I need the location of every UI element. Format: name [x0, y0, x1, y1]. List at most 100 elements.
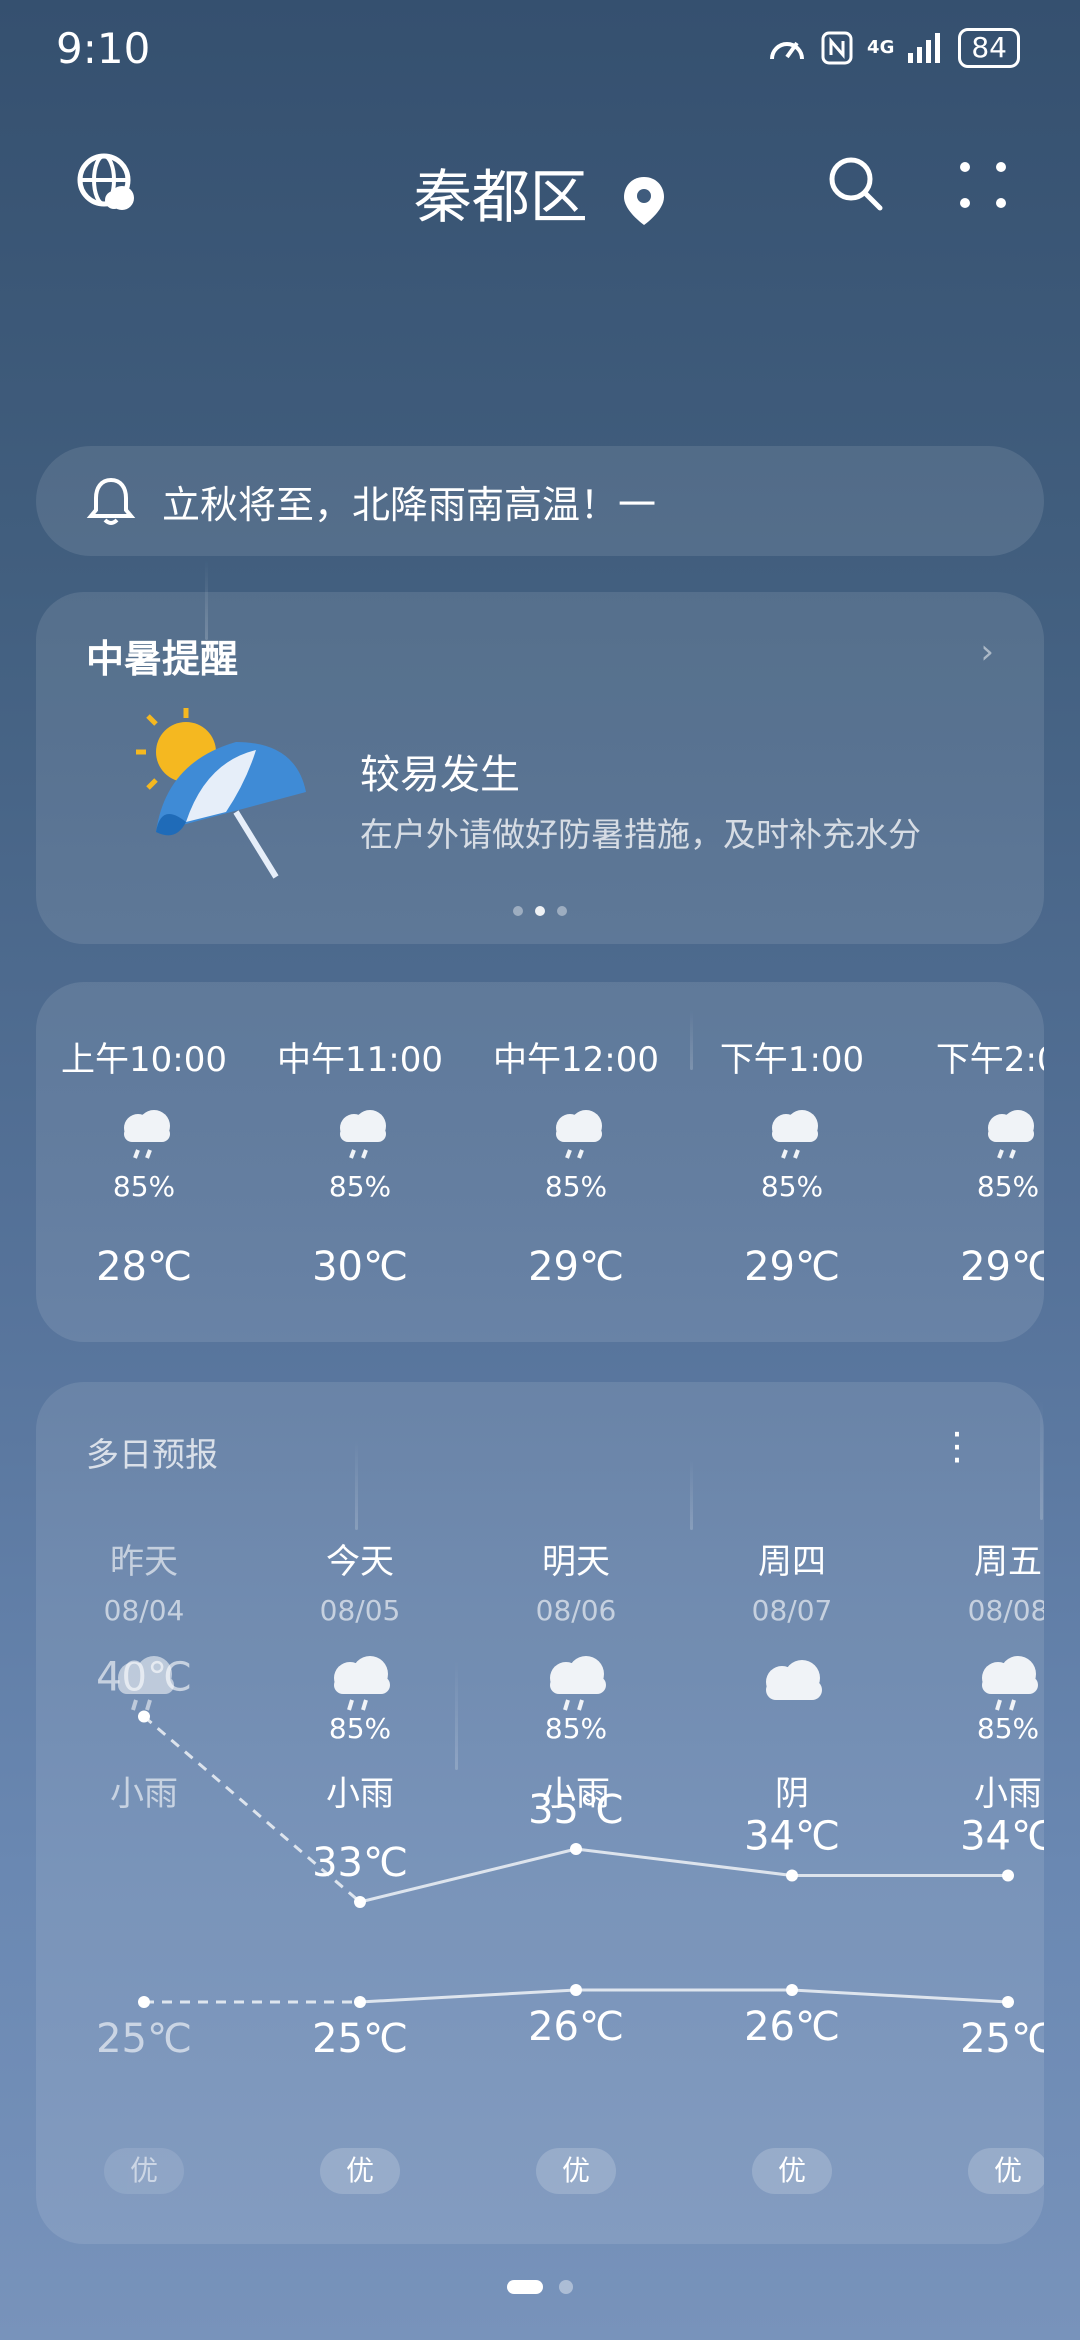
- day-date: 08/04: [103, 1594, 185, 1627]
- low-temp-point: [570, 1984, 582, 1996]
- speed-icon: [770, 41, 805, 60]
- high-temp-point: [1002, 1869, 1014, 1882]
- network-type: 4G: [867, 37, 895, 58]
- aqi-badge: 优: [320, 2148, 400, 2194]
- hourly-temp: 28℃: [96, 1244, 192, 1290]
- low-temp-point: [786, 1984, 798, 1996]
- day-precip: 85%: [328, 1712, 392, 1745]
- day-date: 08/07: [751, 1594, 833, 1627]
- chevron-right-icon: ›: [980, 632, 994, 672]
- hourly-temp: 29℃: [744, 1244, 840, 1290]
- high-temp-label: 34℃: [960, 1814, 1044, 1860]
- rain-icon: [988, 1110, 1034, 1159]
- grid-dots-icon: [960, 162, 1006, 208]
- day-weather: 小雨: [974, 1774, 1042, 1814]
- carousel-dot-active: [535, 906, 545, 916]
- page-dot: [559, 2280, 573, 2294]
- high-temp-label: 34℃: [744, 1814, 840, 1860]
- hourly-precip: 85%: [544, 1170, 608, 1203]
- day-name: 今天: [326, 1542, 394, 1582]
- hourly-time: 中午12:00: [493, 1040, 659, 1080]
- day-date: 08/08: [967, 1594, 1044, 1627]
- low-temp-point: [1002, 1996, 1014, 2008]
- high-temp-line: [575, 1847, 793, 1877]
- high-temp-point: [354, 1896, 366, 1908]
- rain-icon: [124, 1110, 170, 1159]
- search-button[interactable]: [822, 150, 888, 216]
- search-icon: [829, 157, 883, 211]
- hourly-time: 中午11:00: [277, 1040, 443, 1080]
- low-temp-label: 26℃: [744, 2004, 840, 2050]
- hourly-time: 下午1:00: [719, 1040, 865, 1080]
- carousel-dot: [513, 906, 523, 916]
- alert-text: 立秋将至，北降雨南高温！一: [162, 482, 657, 527]
- reminder-title: 中暑提醒: [86, 637, 239, 681]
- sun-umbrella-icon: [136, 708, 306, 879]
- aqi-badge: 优: [968, 2148, 1044, 2194]
- bell-icon: [86, 477, 136, 525]
- high-temp-label: 33℃: [312, 1840, 408, 1886]
- aqi-badge: 优: [104, 2148, 184, 2194]
- page-indicator: [0, 2280, 1080, 2294]
- weather-alert-banner[interactable]: 立秋将至，北降雨南高温！一: [36, 446, 1044, 556]
- reminder-level: 较易发生: [360, 752, 520, 798]
- reminder-advice: 在户外请做好防暑措施，及时补充水分: [360, 815, 921, 854]
- hourly-time: 上午10:00: [61, 1040, 227, 1080]
- more-menu-button[interactable]: [952, 154, 1014, 216]
- low-temp-label: 25℃: [96, 2016, 192, 2062]
- day-name: 明天: [542, 1542, 610, 1582]
- rain-icon: [772, 1110, 818, 1159]
- day-weather: 小雨: [542, 1774, 610, 1814]
- location-pin-icon: [624, 176, 665, 225]
- day-name: 周四: [758, 1542, 826, 1582]
- rain-icon: [556, 1110, 602, 1159]
- page-dot-active: [507, 2280, 543, 2294]
- low-temp-point: [138, 1996, 150, 2008]
- day-name: 周五: [974, 1542, 1042, 1582]
- hourly-temp: 30℃: [312, 1244, 408, 1290]
- day-date: 08/06: [535, 1594, 617, 1627]
- hourly-precip: 85%: [976, 1170, 1040, 1203]
- rain-icon: [550, 1656, 606, 1711]
- low-temp-line: [359, 1988, 577, 2004]
- day-weather: 小雨: [326, 1774, 394, 1814]
- hourly-temp: 29℃: [528, 1244, 624, 1290]
- heatstroke-reminder-card[interactable]: 中暑提醒 › 较易发生 在户外请做好防暑措施，及时补充水分: [36, 592, 1044, 944]
- city-title[interactable]: 秦都区: [0, 150, 1080, 234]
- day-precip: 85%: [976, 1712, 1040, 1745]
- daily-forecast-card[interactable]: 多日预报 ⋮ 昨天 08/04 小雨 优 今天 08/05 85% 小雨 优 明…: [36, 1382, 1044, 2244]
- aqi-badge: 优: [536, 2148, 616, 2194]
- low-temp-line: [791, 1988, 1009, 2004]
- rain-icon: [982, 1656, 1038, 1711]
- high-temp-point: [570, 1843, 582, 1855]
- daily-title: 多日预报: [86, 1435, 218, 1474]
- day-date: 08/05: [319, 1594, 401, 1627]
- low-temp-label: 25℃: [960, 2016, 1044, 2062]
- city-name: 秦都区: [413, 163, 588, 231]
- rain-icon: [334, 1656, 390, 1711]
- hourly-precip: 85%: [328, 1170, 392, 1203]
- battery-indicator: 84: [958, 28, 1020, 68]
- carousel-dot: [557, 906, 567, 916]
- low-temp-point: [354, 1996, 366, 2008]
- low-temp-label: 25℃: [312, 2016, 408, 2062]
- high-temp-point: [786, 1869, 798, 1882]
- status-bar: 9:10 4G 84: [0, 0, 1080, 100]
- day-weather: 小雨: [110, 1774, 178, 1814]
- rain-icon: [118, 1656, 174, 1711]
- signal-icon: [908, 33, 941, 63]
- cloud-icon: [766, 1660, 822, 1700]
- status-time: 9:10: [56, 24, 151, 73]
- hourly-precip: 85%: [760, 1170, 824, 1203]
- low-temp-label: 26℃: [528, 2004, 624, 2050]
- hourly-temp: 29℃: [960, 1244, 1044, 1290]
- day-weather: 阴: [775, 1774, 809, 1814]
- rain-icon: [340, 1110, 386, 1159]
- hourly-forecast-card[interactable]: 上午10:00 85% 28℃ 中午11:00 85% 30℃ 中午12:00 …: [36, 982, 1044, 1342]
- high-temp-line: [359, 1847, 577, 1904]
- aqi-badge: 优: [752, 2148, 832, 2194]
- more-options-icon[interactable]: ⋮: [938, 1424, 976, 1468]
- hourly-time: 下午2:00: [935, 1040, 1044, 1080]
- nfc-icon: [821, 31, 853, 65]
- hourly-precip: 85%: [112, 1170, 176, 1203]
